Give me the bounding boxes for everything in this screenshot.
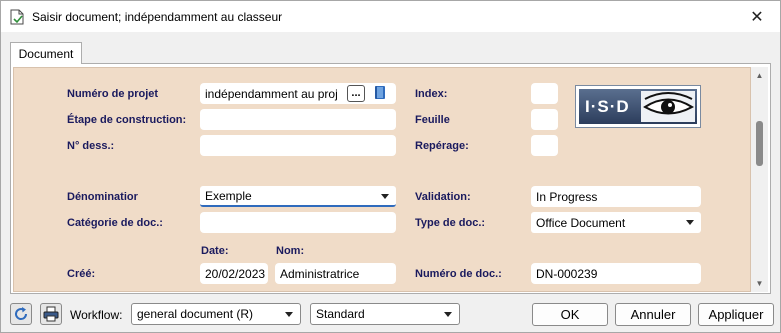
created-date-field[interactable]: 20/02/2023 bbox=[200, 263, 268, 284]
template-value: Standard bbox=[316, 307, 365, 321]
scroll-thumb[interactable] bbox=[756, 121, 763, 166]
template-dropdown[interactable]: Standard bbox=[310, 303, 460, 325]
document-icon bbox=[10, 9, 24, 25]
workflow-value: general document (R) bbox=[137, 307, 254, 321]
project-number-value: indépendamment au proj bbox=[205, 86, 338, 101]
doc-type-value: Office Document bbox=[536, 215, 626, 230]
designation-label: Dénominatior bbox=[67, 191, 138, 203]
doc-number-label: Numéro de doc.: bbox=[415, 268, 502, 280]
close-icon: ✕ bbox=[750, 8, 764, 26]
workflow-label: Workflow: bbox=[70, 308, 123, 322]
refresh-icon bbox=[15, 307, 28, 320]
drawing-number-label: N° dess.: bbox=[67, 140, 115, 152]
validation-label: Validation: bbox=[415, 191, 471, 203]
doc-number-value: DN-000239 bbox=[536, 266, 598, 281]
scroll-up-arrow-icon[interactable]: ▲ bbox=[751, 67, 768, 84]
doc-category-label: Catégorie de doc.: bbox=[67, 217, 163, 229]
validation-value: In Progress bbox=[536, 189, 598, 204]
created-label: Créé: bbox=[67, 268, 96, 280]
chevron-down-icon bbox=[686, 220, 694, 225]
validation-field[interactable]: In Progress bbox=[531, 186, 701, 207]
created-name-value: Administratrice bbox=[280, 266, 360, 281]
print-button[interactable] bbox=[40, 303, 62, 325]
vertical-scrollbar[interactable]: ▲ ▼ bbox=[751, 67, 768, 292]
index-field[interactable] bbox=[531, 83, 558, 104]
cancel-button[interactable]: Annuler bbox=[615, 303, 691, 326]
reference-label: Repérage: bbox=[415, 140, 469, 152]
tab-document[interactable]: Document bbox=[10, 42, 82, 64]
form-content: Numéro de projet Étape de construction: … bbox=[13, 67, 751, 292]
tab-document-label: Document bbox=[18, 46, 74, 61]
construction-stage-field[interactable] bbox=[200, 109, 396, 130]
project-number-field[interactable]: indépendamment au proj bbox=[200, 83, 396, 104]
created-date-value: 20/02/2023 bbox=[205, 266, 266, 281]
created-name-field[interactable]: Administratrice bbox=[275, 263, 396, 284]
doc-type-label: Type de doc.: bbox=[415, 217, 486, 229]
document-panel: Numéro de projet Étape de construction: … bbox=[10, 63, 771, 294]
chevron-down-icon bbox=[285, 312, 293, 317]
apply-label: Appliquer bbox=[708, 307, 764, 322]
apply-button[interactable]: Appliquer bbox=[698, 303, 774, 326]
designation-value: Exemple bbox=[205, 188, 252, 203]
refresh-button[interactable] bbox=[10, 303, 32, 325]
reference-field[interactable] bbox=[531, 135, 558, 156]
chevron-down-icon bbox=[381, 194, 389, 199]
project-browse-button[interactable]: ... bbox=[347, 85, 365, 102]
cancel-label: Annuler bbox=[630, 307, 676, 322]
title-bar: Saisir document; indépendamment au class… bbox=[1, 1, 780, 32]
construction-stage-label: Étape de construction: bbox=[67, 114, 187, 126]
book-icon[interactable] bbox=[374, 85, 386, 100]
doc-number-field[interactable]: DN-000239 bbox=[531, 263, 701, 284]
printer-icon bbox=[43, 306, 59, 322]
created-date-label: Date: bbox=[201, 245, 229, 257]
scroll-down-arrow-icon[interactable]: ▼ bbox=[751, 275, 768, 292]
logo-text: I·S·D bbox=[585, 97, 630, 116]
sheet-label: Feuille bbox=[415, 114, 450, 126]
sheet-field[interactable] bbox=[531, 109, 558, 130]
isd-logo: I·S·D bbox=[575, 85, 701, 128]
ellipsis-icon: ... bbox=[351, 87, 361, 99]
workflow-dropdown[interactable]: general document (R) bbox=[131, 303, 301, 325]
created-name-label: Nom: bbox=[276, 245, 305, 257]
ok-label: OK bbox=[560, 307, 580, 322]
window-title: Saisir document; indépendamment au class… bbox=[32, 10, 283, 24]
designation-dropdown[interactable]: Exemple bbox=[200, 186, 396, 207]
chevron-down-icon bbox=[444, 312, 452, 317]
index-label: Index: bbox=[415, 88, 448, 100]
close-button[interactable]: ✕ bbox=[734, 1, 780, 32]
ok-button[interactable]: OK bbox=[532, 303, 608, 326]
dialog-window: Saisir document; indépendamment au class… bbox=[0, 0, 781, 333]
footer-bar: Workflow: general document (R) Standard … bbox=[1, 300, 780, 330]
project-number-label: Numéro de projet bbox=[67, 88, 159, 100]
drawing-number-field[interactable] bbox=[200, 135, 396, 156]
doc-type-dropdown[interactable]: Office Document bbox=[531, 212, 701, 233]
isd-eye-logo-icon: I·S·D bbox=[579, 89, 697, 124]
doc-category-field[interactable] bbox=[200, 212, 396, 233]
